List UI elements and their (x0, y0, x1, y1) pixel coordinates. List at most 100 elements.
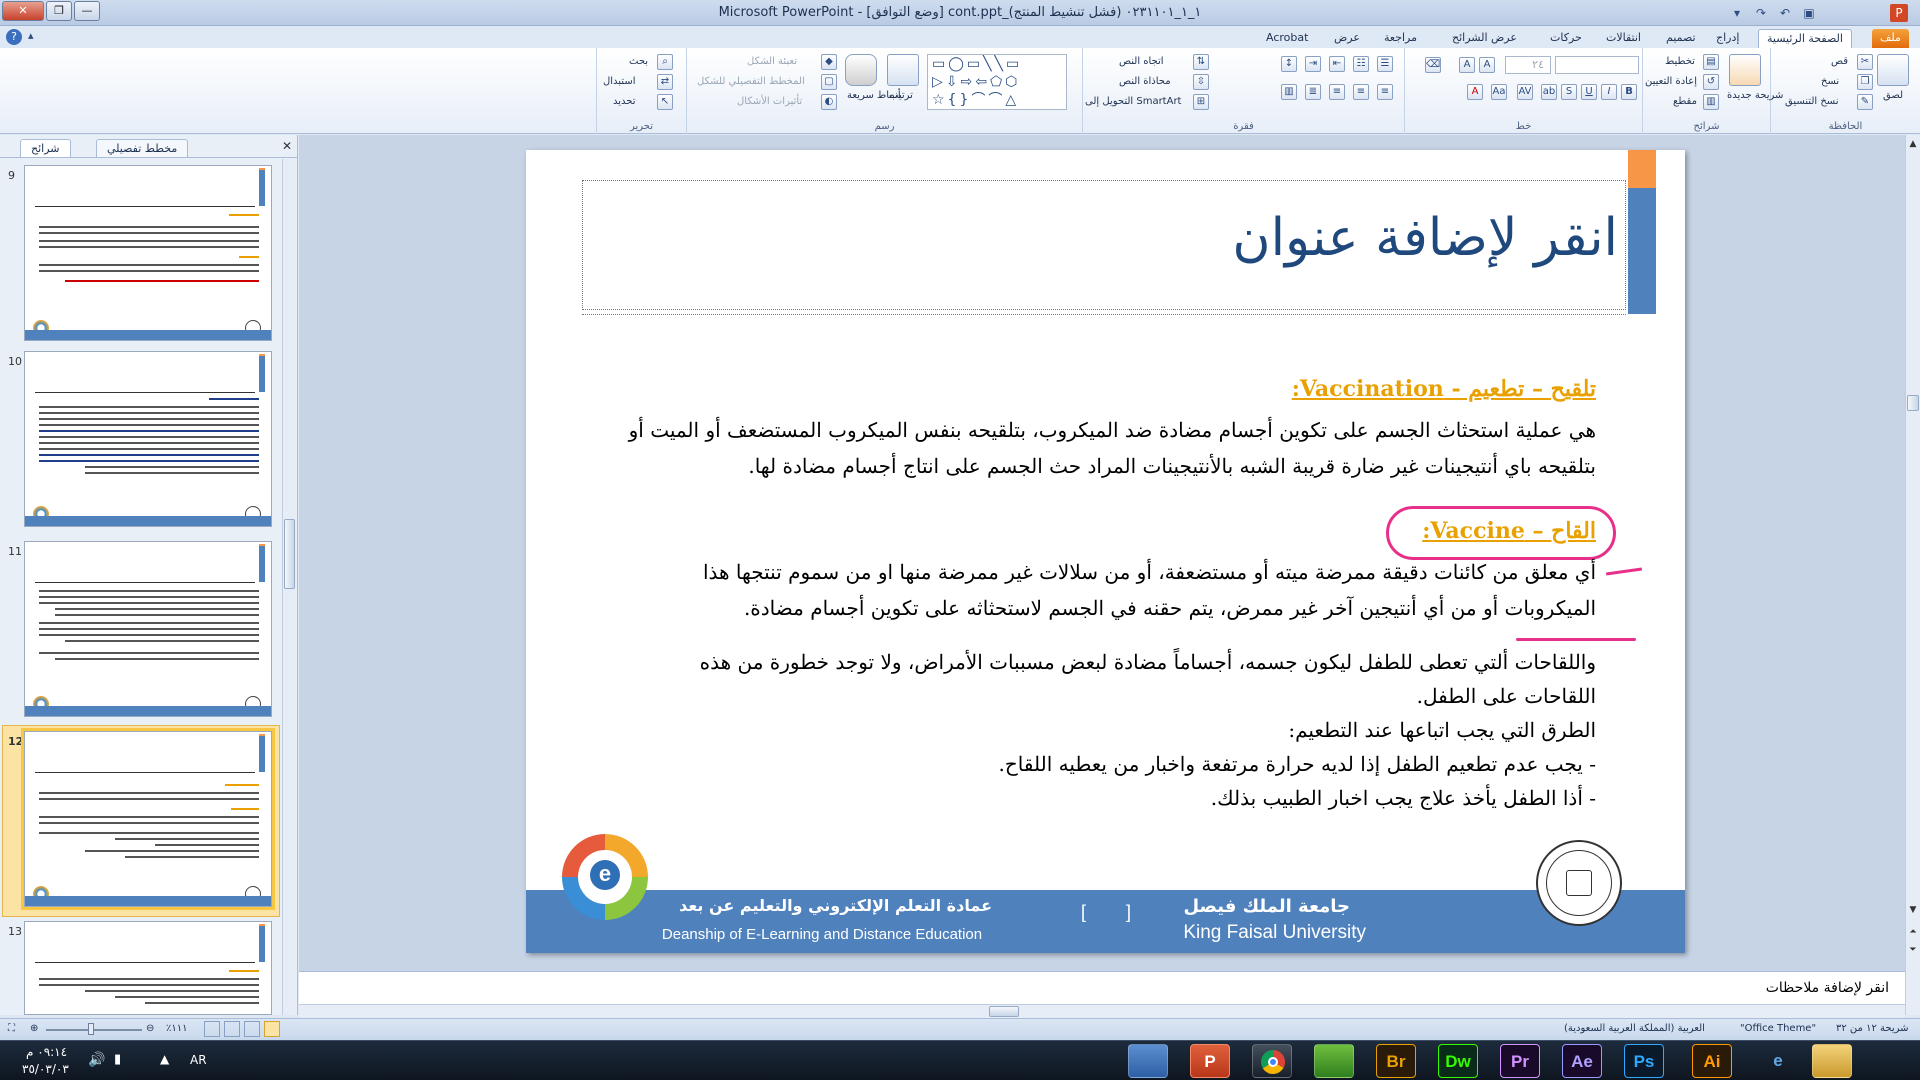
find-button[interactable]: بحث (629, 56, 648, 67)
tab-slides[interactable]: شرائح (20, 139, 71, 157)
fit-window-icon[interactable]: ⛶ (8, 1023, 15, 1034)
shape-outline-button[interactable]: المخطط التفصيلي للشكل (697, 76, 805, 87)
taskbar-app-powerpoint-icon[interactable]: P (1190, 1044, 1230, 1078)
slide-thumbnail-11[interactable] (24, 541, 272, 717)
text-direction-icon[interactable]: ⇅ (1193, 54, 1209, 70)
qat-undo-icon[interactable]: ↶ (1776, 4, 1794, 22)
hscroll-thumb[interactable] (989, 1006, 1019, 1017)
pane-scroll-thumb[interactable] (284, 519, 295, 589)
vertical-scrollbar[interactable]: ▲ ▼ ⏶ ⏷ (1905, 135, 1920, 1015)
cut-icon[interactable]: ✂ (1857, 54, 1873, 70)
paste-icon[interactable] (1877, 54, 1909, 86)
horizontal-scrollbar[interactable] (299, 1004, 1905, 1018)
section-button[interactable]: مقطع (1673, 96, 1697, 107)
arrange-icon[interactable] (887, 54, 919, 86)
taskbar-app-bridge-icon[interactable]: Br (1376, 1044, 1416, 1078)
bold-icon[interactable]: B (1621, 84, 1637, 100)
app-icon[interactable]: P (1890, 4, 1908, 22)
zoom-slider-thumb[interactable] (88, 1023, 94, 1035)
shape-effects-button[interactable]: تأثيرات الأشكال (737, 96, 802, 107)
columns-icon[interactable]: ▥ (1281, 84, 1297, 100)
scroll-down-icon[interactable]: ▼ (1907, 905, 1919, 915)
view-reading-icon[interactable] (224, 1021, 240, 1037)
strikethrough-icon[interactable]: ab (1541, 84, 1557, 100)
tab-design[interactable]: تصميم (1658, 29, 1704, 48)
smartart-icon[interactable]: ⊞ (1193, 94, 1209, 110)
format-painter-icon[interactable]: ✎ (1857, 94, 1873, 110)
shape-outline-icon[interactable]: ▢ (821, 74, 837, 90)
quick-styles-icon[interactable] (845, 54, 877, 86)
qat-save-icon[interactable]: ▣ (1800, 4, 1818, 22)
taskbar-app-photoshop-icon[interactable]: Ps (1624, 1044, 1664, 1078)
taskbar-app-monitor-icon[interactable] (1128, 1044, 1168, 1078)
tab-home[interactable]: الصفحة الرئيسية (1758, 29, 1852, 48)
prev-slide-icon[interactable]: ⏶ (1907, 927, 1919, 937)
shape-effects-icon[interactable]: ◐ (821, 94, 837, 110)
network-icon[interactable]: ▮ (114, 1052, 121, 1067)
taskbar-app-dreamweaver-icon[interactable]: Dw (1438, 1044, 1478, 1078)
shape-fill-button[interactable]: تعبئة الشكل (747, 56, 797, 67)
tab-slideshow[interactable]: عرض الشرائح (1444, 29, 1525, 48)
taskbar-app-premiere-icon[interactable]: Pr (1500, 1044, 1540, 1078)
replace-button[interactable]: استبدال (603, 76, 636, 87)
format-painter-button[interactable]: نسخ التنسيق (1785, 96, 1838, 107)
tray-expand-icon[interactable]: ▲ (160, 1052, 169, 1066)
zoom-in-icon[interactable]: ⊕ (30, 1023, 38, 1034)
notes-placeholder[interactable]: انقر لإضافة ملاحظات (319, 980, 1889, 996)
numbering-icon[interactable]: ☷ (1353, 56, 1369, 72)
cut-button[interactable]: قص (1831, 56, 1848, 67)
change-case-icon[interactable]: Aa (1491, 84, 1507, 100)
taskbar-app-chrome-icon[interactable] (1252, 1044, 1292, 1078)
zoom-out-icon[interactable]: ⊖ (146, 1023, 154, 1034)
decrease-indent-icon[interactable]: ⇤ (1329, 56, 1345, 72)
align-text-button[interactable]: محاذاة النص (1119, 76, 1171, 87)
text-direction-button[interactable]: اتجاه النص (1119, 56, 1164, 67)
zoom-slider[interactable] (46, 1029, 142, 1031)
grow-font-icon[interactable]: A (1479, 57, 1495, 73)
slide-title[interactable]: انقر لإضافة عنوان (586, 208, 1618, 268)
new-slide-icon[interactable] (1729, 54, 1761, 86)
align-text-icon[interactable]: ⇳ (1193, 74, 1209, 90)
volume-icon[interactable]: 🔊 (88, 1052, 105, 1068)
slide-thumbnail-12[interactable] (21, 728, 275, 910)
tab-file[interactable]: ملف (1872, 29, 1909, 48)
italic-icon[interactable]: I (1601, 84, 1617, 100)
taskbar-app-explorer-icon[interactable] (1812, 1044, 1852, 1078)
slide-thumbnail-13[interactable] (24, 921, 272, 1015)
find-icon[interactable]: ⌕ (657, 54, 673, 70)
shadow-icon[interactable]: S (1561, 84, 1577, 100)
quick-styles-button[interactable]: أنماط سريعة (847, 90, 901, 101)
layout-button[interactable]: تخطيط (1665, 56, 1695, 67)
paste-button[interactable]: لصق (1883, 90, 1903, 101)
tab-acrobat[interactable]: Acrobat (1258, 29, 1316, 48)
clear-format-icon[interactable]: ⌫ (1425, 57, 1441, 73)
copy-icon[interactable]: ❐ (1857, 74, 1873, 90)
taskbar-app-camtasia-icon[interactable] (1314, 1044, 1354, 1078)
tab-insert[interactable]: إدراج (1708, 29, 1747, 48)
increase-indent-icon[interactable]: ⇥ (1305, 56, 1321, 72)
shrink-font-icon[interactable]: A (1459, 57, 1475, 73)
slide-thumbnail-9[interactable] (24, 165, 272, 341)
shapes-gallery[interactable]: ▭◯▭╲╲▭ ▷⇩⇨⇦⬠⬡ ☆{}⌒⌒△ (927, 54, 1067, 110)
underline-icon[interactable]: U (1581, 84, 1597, 100)
reset-icon[interactable]: ↺ (1703, 74, 1719, 90)
font-color-icon[interactable]: A (1467, 84, 1483, 100)
pane-close-icon[interactable]: ✕ (282, 139, 292, 153)
smartart-button[interactable]: التحويل إلى SmartArt (1085, 96, 1181, 107)
justify-icon[interactable]: ≣ (1305, 84, 1321, 100)
copy-button[interactable]: نسخ (1821, 76, 1839, 87)
language-indicator[interactable]: AR (190, 1053, 207, 1067)
font-name-box[interactable] (1555, 56, 1639, 74)
slide-canvas[interactable]: انقر لإضافة عنوان تلقيح – تطعيم - Vaccin… (526, 150, 1685, 953)
align-center-icon[interactable]: ≡ (1353, 84, 1369, 100)
slide-thumbnail-10[interactable] (24, 351, 272, 527)
tab-outline[interactable]: مخطط تفصيلي (96, 139, 189, 157)
zoom-level[interactable]: ٪١١١ (166, 1023, 188, 1034)
view-normal-icon[interactable] (264, 1021, 280, 1037)
align-right-icon[interactable]: ≡ (1377, 84, 1393, 100)
layout-icon[interactable]: ▤ (1703, 54, 1719, 70)
bullets-icon[interactable]: ☰ (1377, 56, 1393, 72)
taskbar-app-ie-icon[interactable]: e (1758, 1044, 1798, 1078)
tab-transitions[interactable]: انتقالات (1598, 29, 1649, 48)
select-button[interactable]: تحديد (613, 96, 636, 107)
